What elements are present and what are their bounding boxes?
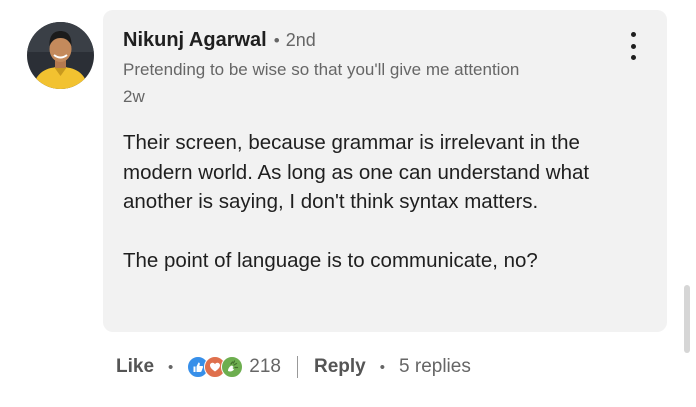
- view-replies-link[interactable]: 5 replies: [399, 356, 471, 378]
- separator-dot: •: [168, 358, 174, 376]
- comment-body: Their screen, because grammar is irrelev…: [123, 128, 643, 276]
- reactions-summary[interactable]: 218: [187, 356, 281, 378]
- author-name[interactable]: Nikunj Agarwal: [123, 29, 267, 52]
- reaction-count: 218: [249, 356, 281, 377]
- comment-timestamp: 2w: [123, 87, 145, 106]
- vertical-ellipsis-icon: [630, 32, 636, 37]
- avatar-photo: [27, 22, 94, 89]
- author-line: Nikunj Agarwal • 2nd: [123, 29, 316, 52]
- comment-actions: Like • 218 Reply • 5 replies: [116, 352, 471, 382]
- more-options-button[interactable]: [623, 32, 643, 60]
- comment-paragraph: The point of language is to communicate,…: [123, 249, 538, 272]
- like-button[interactable]: Like: [116, 356, 154, 378]
- connection-degree: 2nd: [285, 30, 316, 50]
- scrollbar[interactable]: [684, 285, 690, 353]
- author-headline: Pretending to be wise so that you'll giv…: [123, 60, 520, 79]
- comment-bubble: Nikunj Agarwal • 2nd Pretending to be wi…: [103, 10, 667, 332]
- degree-separator: •: [273, 31, 280, 50]
- author-avatar[interactable]: [27, 22, 94, 89]
- reply-button[interactable]: Reply: [314, 356, 366, 378]
- comment-paragraph: Their screen, because grammar is irrelev…: [123, 131, 590, 213]
- separator-dot: •: [379, 358, 386, 376]
- divider: [297, 356, 298, 378]
- celebrate-reaction-icon: [221, 356, 244, 378]
